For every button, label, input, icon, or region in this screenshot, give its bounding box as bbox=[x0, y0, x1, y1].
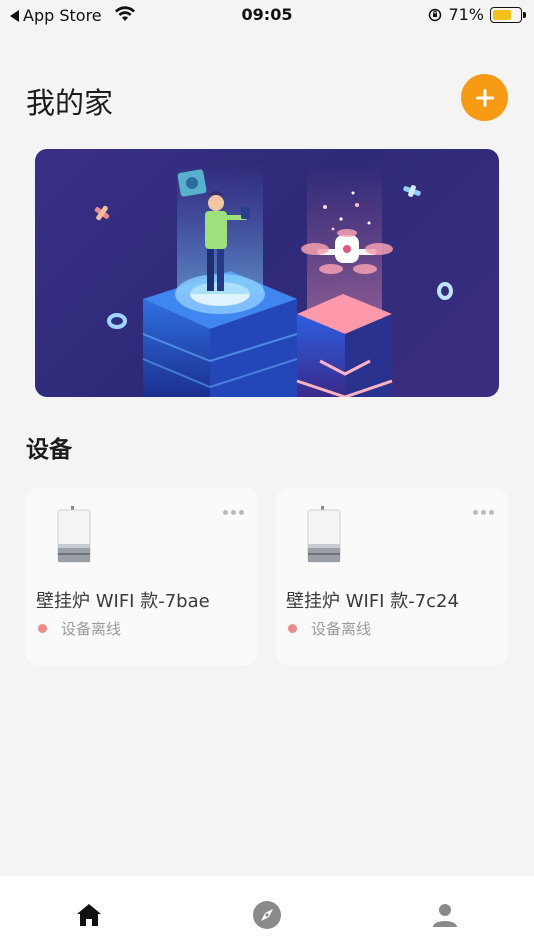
page-title: 我的家 bbox=[26, 86, 114, 120]
tab-bar bbox=[0, 876, 534, 950]
home-banner[interactable] bbox=[35, 149, 499, 397]
tab-profile[interactable] bbox=[428, 898, 462, 932]
device-status-label: 设备离线 bbox=[61, 620, 122, 638]
person-icon bbox=[433, 904, 457, 927]
add-device-button[interactable] bbox=[461, 74, 508, 121]
wall-boiler-icon bbox=[57, 506, 91, 563]
home-icon bbox=[77, 904, 101, 926]
compass-icon bbox=[253, 901, 281, 929]
cross-decoration-icon bbox=[94, 205, 110, 221]
ring-decoration-icon bbox=[107, 313, 127, 329]
status-dot-icon bbox=[288, 624, 297, 633]
tab-discover[interactable] bbox=[250, 898, 284, 932]
tab-home[interactable] bbox=[72, 898, 106, 932]
devices-section-title: 设备 bbox=[26, 437, 72, 463]
banner-illustration bbox=[94, 164, 453, 397]
more-options-icon[interactable] bbox=[473, 510, 494, 515]
device-name: 壁挂炉 WIFI 款-7c24 bbox=[286, 591, 459, 612]
rotation-lock-icon bbox=[429, 8, 442, 21]
wall-boiler-icon bbox=[307, 506, 341, 563]
device-card[interactable]: 壁挂炉 WIFI 款-7c24 设备离线 bbox=[276, 488, 508, 665]
battery-icon bbox=[490, 6, 526, 23]
device-card[interactable]: 壁挂炉 WIFI 款-7bae 设备离线 bbox=[26, 488, 258, 665]
ring-decoration-icon bbox=[437, 282, 453, 300]
battery-percent: 71% bbox=[448, 5, 484, 24]
plus-icon bbox=[475, 88, 494, 107]
status-dot-icon bbox=[38, 624, 47, 633]
device-status: 设备离线 bbox=[38, 618, 121, 639]
more-options-icon[interactable] bbox=[223, 510, 244, 515]
device-name: 壁挂炉 WIFI 款-7bae bbox=[36, 591, 210, 612]
device-status: 设备离线 bbox=[288, 618, 371, 639]
cross-decoration-icon bbox=[403, 185, 421, 197]
status-bar: App Store 09:05 71% bbox=[0, 0, 534, 30]
device-status-label: 设备离线 bbox=[311, 620, 372, 638]
